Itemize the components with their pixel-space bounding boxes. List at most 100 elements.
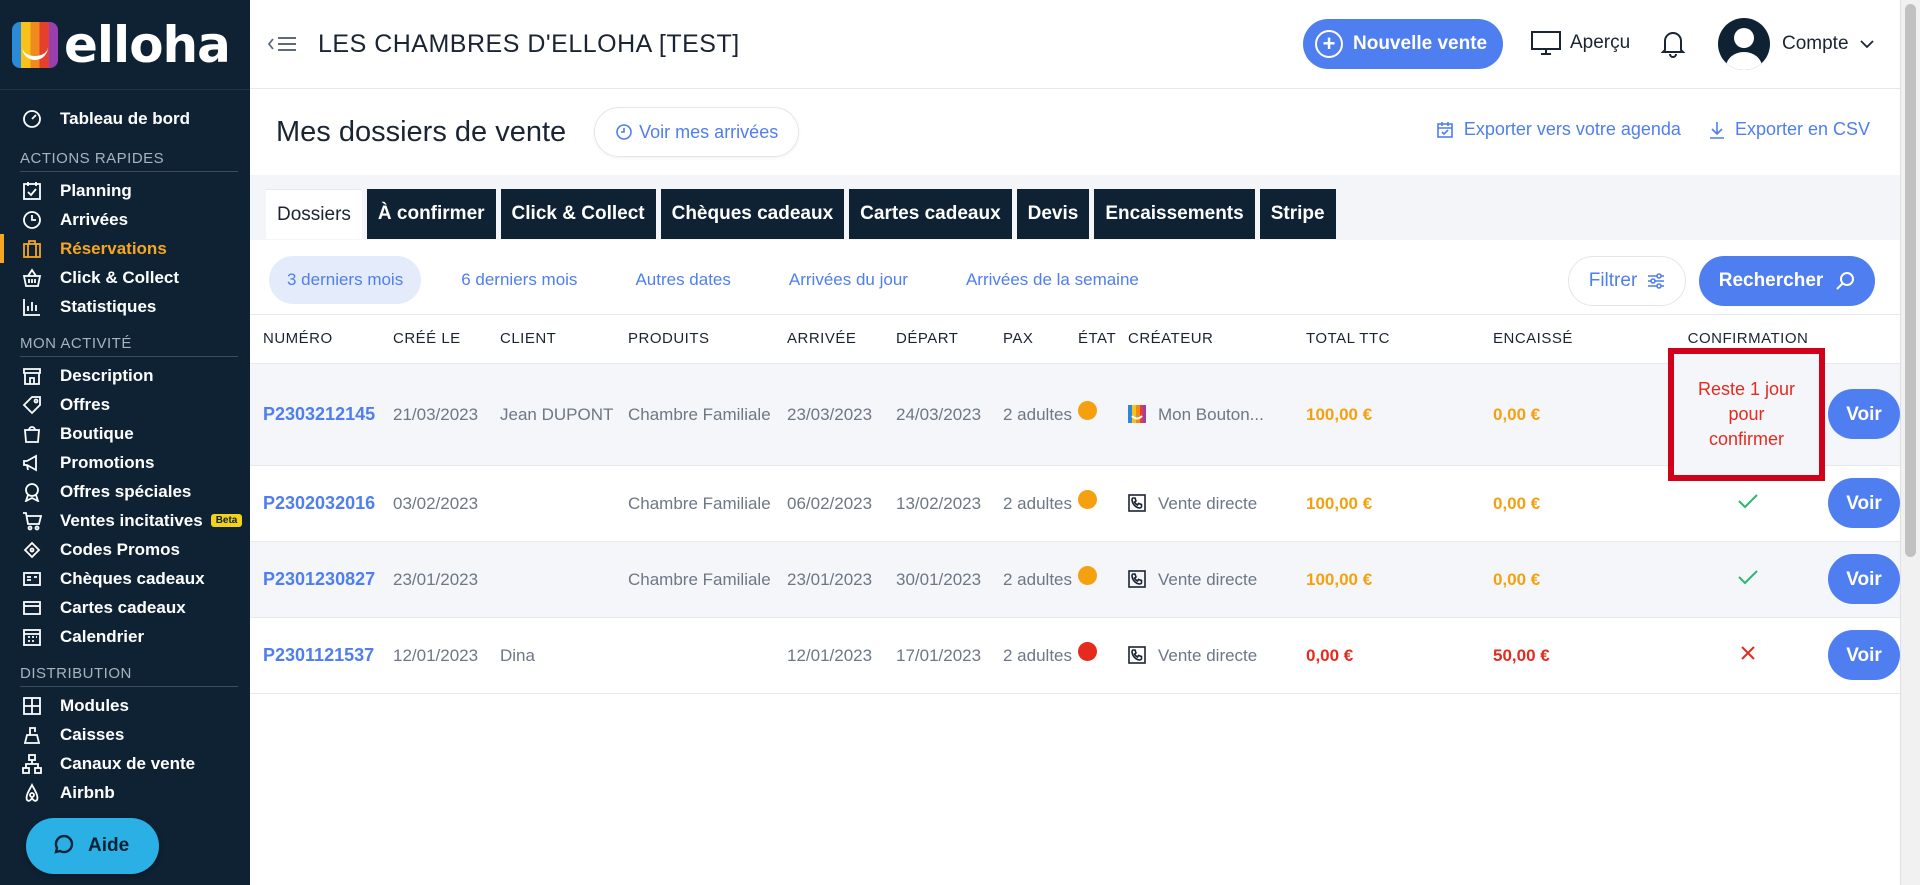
preview-link[interactable]: Aperçu <box>1530 30 1630 56</box>
help-button[interactable]: Aide <box>26 818 159 874</box>
table-row[interactable]: P2301230827 23/01/2023 Chambre Familiale… <box>250 541 1900 618</box>
creator-label: Mon Bouton... <box>1158 404 1264 424</box>
sidebar-item-offres[interactable]: Offres <box>0 390 250 419</box>
plus-circle-icon: + <box>1315 30 1343 58</box>
sidebar-item-statistiques[interactable]: Statistiques <box>0 292 250 321</box>
new-sale-button[interactable]: + Nouvelle vente <box>1303 19 1503 69</box>
sidebar-item-codes-promos[interactable]: Codes Promos <box>0 535 250 564</box>
sidebar: elloha Tableau de bord ACTIONS RAPIDES P… <box>0 0 250 885</box>
cell-numero[interactable]: P2302032016 <box>250 465 380 542</box>
sidebar-item-modules[interactable]: Modules <box>0 691 250 720</box>
sidebar-item-reservations[interactable]: Réservations <box>0 234 250 263</box>
hamburger-icon <box>278 37 296 51</box>
cell-numero[interactable]: P2301121537 <box>250 617 380 694</box>
table-row[interactable]: P2302032016 03/02/2023 Chambre Familiale… <box>250 465 1900 542</box>
sidebar-item-offres-speciales[interactable]: Offres spéciales <box>0 477 250 506</box>
sidebar-item-cheques-cadeaux[interactable]: Chèques cadeaux <box>0 564 250 593</box>
main-content: Dossiers À confirmer Click & Collect Chè… <box>250 175 1900 885</box>
help-label: Aide <box>88 835 130 856</box>
sidebar-item-caisses[interactable]: Caisses <box>0 720 250 749</box>
search-label: Rechercher <box>1718 270 1824 291</box>
notifications-button[interactable] <box>1660 28 1686 63</box>
sidebar-item-planning[interactable]: Planning <box>0 176 250 205</box>
tab-click-collect[interactable]: Click & Collect <box>500 189 656 239</box>
cell-depart: 30/01/2023 <box>883 541 990 618</box>
logo[interactable]: elloha <box>0 0 250 90</box>
sidebar-item-label: Chèques cadeaux <box>60 568 205 588</box>
section-title-distribution: DISTRIBUTION <box>20 651 238 687</box>
cell-numero[interactable]: P2303212145 <box>250 363 380 466</box>
cell-cree: 03/02/2023 <box>380 465 487 542</box>
view-button[interactable]: Voir <box>1828 554 1900 604</box>
export-agenda-link[interactable]: Exporter vers votre agenda <box>1436 119 1681 140</box>
sidebar-item-label: Modules <box>60 695 129 715</box>
store-icon <box>20 365 44 387</box>
col-numero[interactable]: NUMÉRO <box>250 315 380 364</box>
avatar <box>1718 18 1770 70</box>
sidebar-item-label: Promotions <box>60 452 155 472</box>
search-icon <box>1836 272 1855 290</box>
view-arrivals-button[interactable]: Voir mes arrivées <box>594 107 800 157</box>
col-produits[interactable]: PRODUITS <box>615 315 774 364</box>
view-button[interactable]: Voir <box>1828 478 1900 528</box>
export-csv-link[interactable]: Exporter en CSV <box>1709 119 1870 140</box>
cell-depart: 24/03/2023 <box>883 363 990 466</box>
search-button[interactable]: Rechercher <box>1699 256 1875 306</box>
sidebar-item-boutique[interactable]: Boutique <box>0 419 250 448</box>
period-3-months[interactable]: 3 derniers mois <box>269 256 422 304</box>
view-button[interactable]: Voir <box>1828 630 1900 680</box>
tabs-bar: Dossiers À confirmer Click & Collect Chè… <box>250 175 1900 240</box>
calendar-icon <box>20 626 44 648</box>
col-etat[interactable]: ÉTAT <box>1078 315 1128 364</box>
table-row[interactable]: P2301121537 12/01/2023 Dina 12/01/2023 1… <box>250 617 1900 694</box>
cell-produit: Chambre Familiale <box>615 541 774 618</box>
tab-encaissements[interactable]: Encaissements <box>1094 189 1255 239</box>
tab-cartes-cadeaux[interactable]: Cartes cadeaux <box>849 189 1012 239</box>
sidebar-item-airbnb[interactable]: Airbnb <box>0 778 250 807</box>
sidebar-item-description[interactable]: Description <box>0 361 250 390</box>
tab-stripe[interactable]: Stripe <box>1259 189 1336 239</box>
period-arrivals-today[interactable]: Arrivées du jour <box>771 256 926 304</box>
sidebar-item-label: Statistiques <box>60 296 157 316</box>
clock-icon <box>20 209 44 231</box>
col-arrivee[interactable]: ARRIVÉE <box>774 315 883 364</box>
phone-icon <box>1128 570 1146 588</box>
col-createur[interactable]: CRÉATEUR <box>1128 315 1293 364</box>
period-6-months[interactable]: 6 derniers mois <box>443 256 595 304</box>
scrollbar[interactable] <box>1900 0 1920 885</box>
col-total[interactable]: TOTAL TTC <box>1293 315 1480 364</box>
period-arrivals-week[interactable]: Arrivées de la semaine <box>948 256 1157 304</box>
sidebar-item-click-collect[interactable]: Click & Collect <box>0 263 250 292</box>
sidebar-item-dashboard[interactable]: Tableau de bord <box>0 102 250 136</box>
filter-button[interactable]: Filtrer <box>1568 256 1686 306</box>
col-encaisse[interactable]: ENCAISSÉ <box>1480 315 1668 364</box>
tab-dossiers[interactable]: Dossiers <box>266 189 362 239</box>
download-icon <box>1709 121 1724 139</box>
cell-numero[interactable]: P2301230827 <box>250 541 380 618</box>
sidebar-item-calendrier[interactable]: Calendrier <box>0 622 250 651</box>
period-other-dates[interactable]: Autres dates <box>617 256 748 304</box>
tab-a-confirmer[interactable]: À confirmer <box>366 189 496 239</box>
tab-devis[interactable]: Devis <box>1016 189 1090 239</box>
col-depart[interactable]: DÉPART <box>883 315 990 364</box>
sidebar-item-label: Planning <box>60 180 132 200</box>
tag-icon <box>20 394 44 416</box>
account-menu[interactable]: Compte <box>1718 18 1875 70</box>
cell-produit: Chambre Familiale <box>615 363 774 466</box>
tab-cheques-cadeaux[interactable]: Chèques cadeaux <box>660 189 845 239</box>
table-row[interactable]: P2303212145 21/03/2023 Jean DUPONT Chamb… <box>250 347 1900 481</box>
sidebar-nav: Tableau de bord ACTIONS RAPIDES Planning… <box>0 90 250 807</box>
view-button[interactable]: Voir <box>1828 389 1900 439</box>
sidebar-item-canaux-vente[interactable]: Canaux de vente <box>0 749 250 778</box>
sidebar-item-promotions[interactable]: Promotions <box>0 448 250 477</box>
cell-pax: 2 adultes <box>990 617 1078 694</box>
col-pax[interactable]: PAX <box>990 315 1078 364</box>
scrollbar-thumb[interactable] <box>1905 4 1916 557</box>
sidebar-item-cartes-cadeaux[interactable]: Cartes cadeaux <box>0 593 250 622</box>
sidebar-item-ventes-incitatives[interactable]: Ventes incitatives Beta <box>0 506 250 535</box>
creator-label: Vente directe <box>1158 569 1258 589</box>
col-client[interactable]: CLIENT <box>487 315 615 364</box>
menu-toggle-button[interactable] <box>266 35 298 53</box>
col-cree-le[interactable]: CRÉÉ LE <box>380 315 487 364</box>
sidebar-item-arrivees[interactable]: Arrivées <box>0 205 250 234</box>
